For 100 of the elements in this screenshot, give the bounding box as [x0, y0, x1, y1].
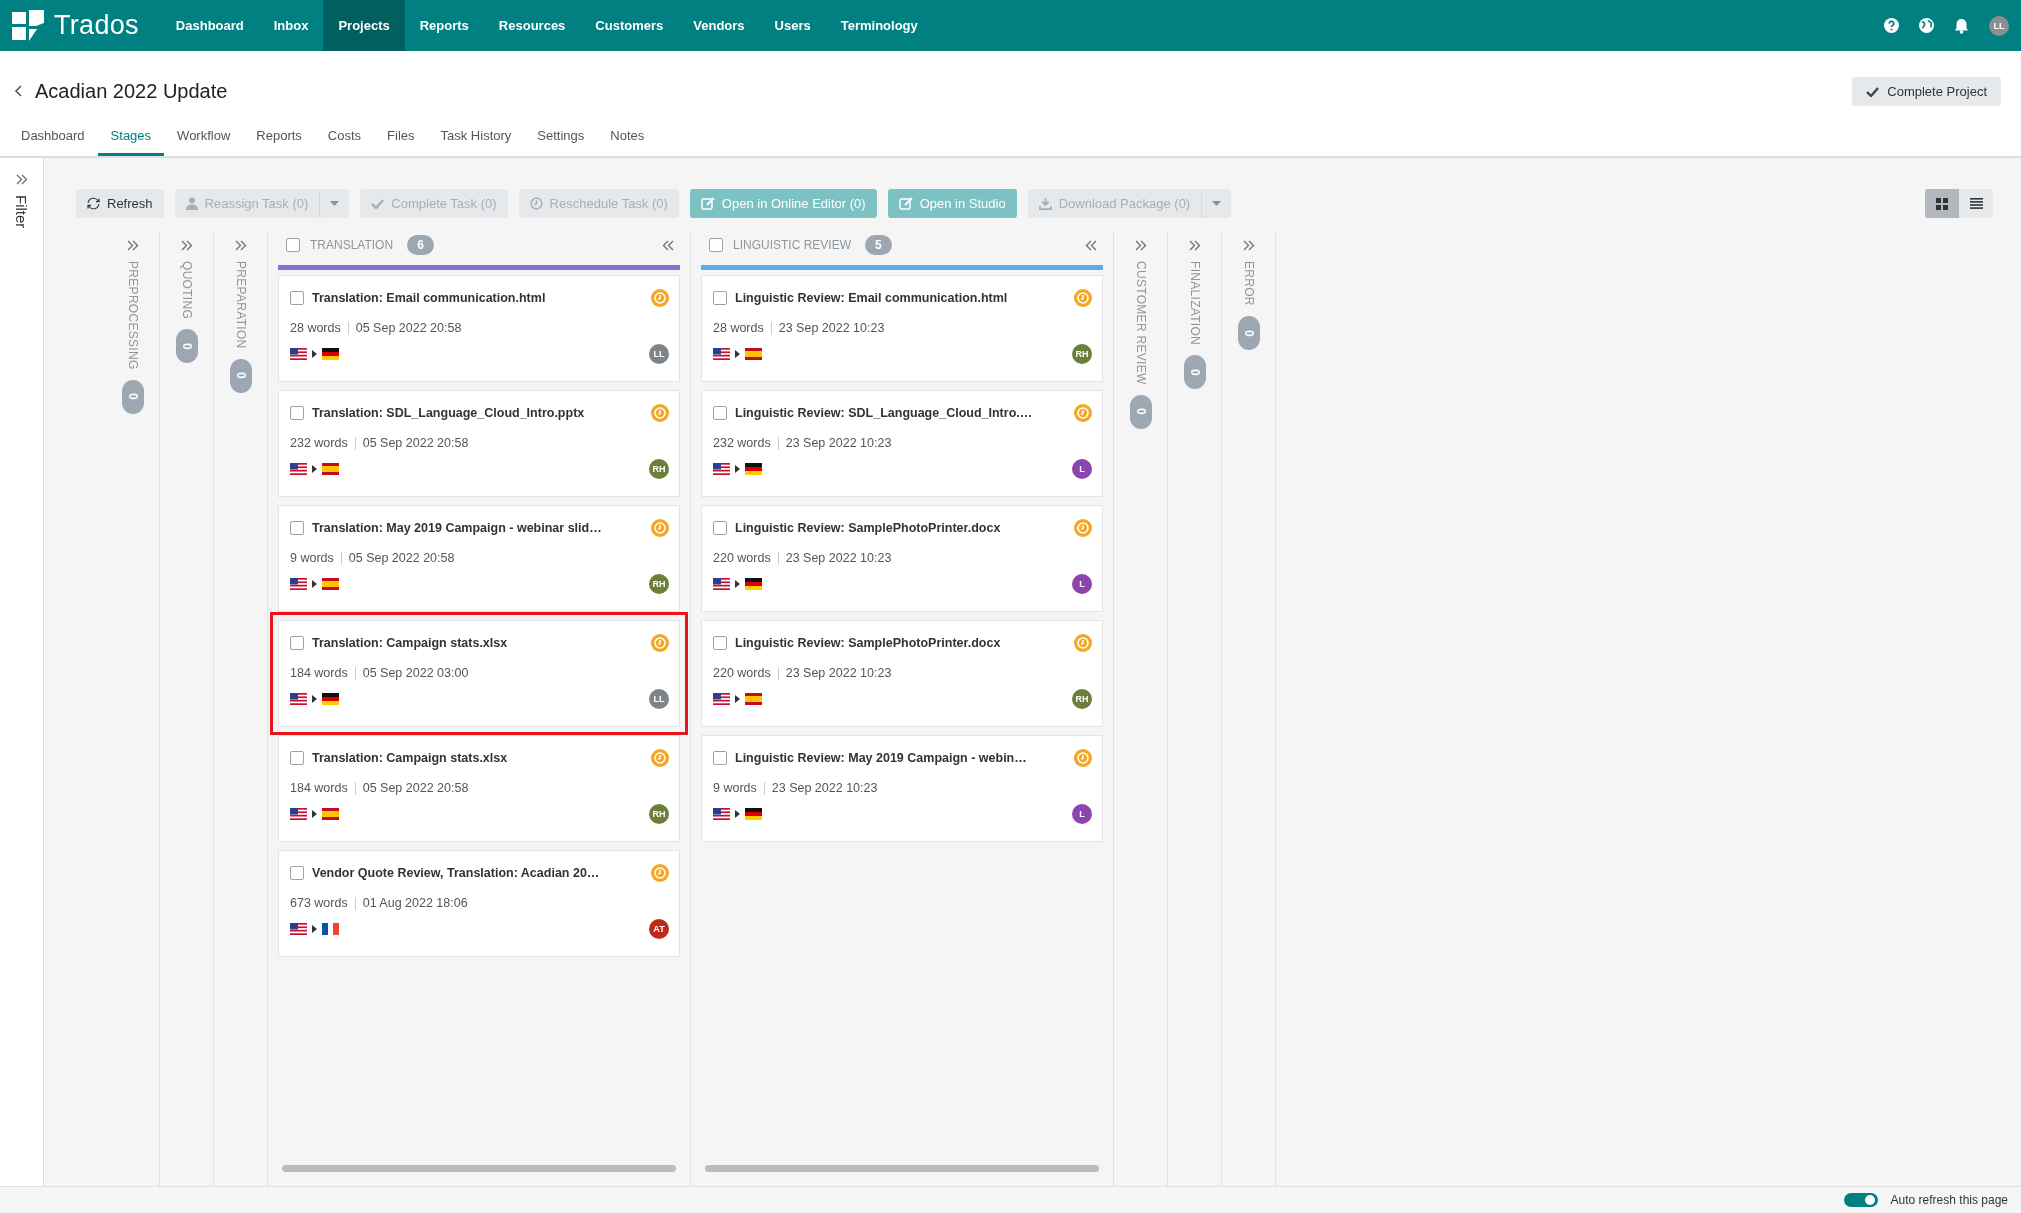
assignee-avatar[interactable]: RH — [1072, 344, 1092, 364]
checkbox[interactable] — [290, 291, 304, 305]
nav-link[interactable]: Inbox — [258, 0, 324, 51]
us-flag-icon — [713, 463, 730, 475]
project-tab[interactable]: Files — [374, 120, 428, 156]
check-icon — [1866, 85, 1880, 97]
project-tab[interactable]: Dashboard — [8, 120, 98, 156]
clock-icon — [1074, 749, 1092, 767]
filter-panel-label[interactable]: Filter — [13, 195, 30, 229]
checkbox[interactable] — [290, 636, 304, 650]
due-date: 05 Sep 2022 20:58 — [348, 551, 455, 565]
word-count: 184 words — [290, 781, 348, 795]
clock-icon — [1074, 634, 1092, 652]
collapse-icon[interactable] — [662, 239, 674, 251]
assignee-avatar[interactable]: L — [1072, 574, 1092, 594]
germany-flag-icon — [322, 693, 339, 705]
germany-flag-icon — [745, 463, 762, 475]
task-title[interactable]: Linguistic Review: Email communication.html — [735, 291, 1066, 305]
edit-icon — [898, 197, 913, 210]
us-flag-icon — [290, 348, 307, 360]
user-avatar[interactable]: LL — [1989, 15, 2009, 36]
nav-link[interactable]: Projects — [323, 0, 405, 51]
task-title[interactable]: Linguistic Review: May 2019 Campaign - webin… — [735, 751, 1066, 765]
project-tab[interactable]: Stages — [97, 120, 165, 156]
arrow-icon — [312, 925, 317, 933]
nav-link[interactable]: Users — [759, 0, 826, 51]
toolbar-button[interactable]: Refresh — [76, 189, 164, 218]
checkbox[interactable] — [713, 291, 727, 305]
clock-icon — [529, 197, 543, 210]
checkbox[interactable] — [286, 238, 300, 252]
checkbox[interactable] — [713, 521, 727, 535]
task-title[interactable]: Translation: Campaign stats.xlsx — [312, 751, 643, 765]
expand-icon[interactable] — [180, 240, 193, 251]
assignee-avatar[interactable]: RH — [649, 804, 669, 824]
expand-icon[interactable] — [126, 240, 139, 251]
checkbox[interactable] — [290, 521, 304, 535]
collapse-icon[interactable] — [1085, 239, 1097, 251]
nav-link[interactable]: Dashboard — [160, 0, 259, 51]
nav-link[interactable]: Vendors — [678, 0, 760, 51]
checkbox[interactable] — [713, 636, 727, 650]
project-tab[interactable]: Workflow — [164, 120, 244, 156]
checkbox[interactable] — [713, 751, 727, 765]
assignee-avatar[interactable]: L — [1072, 459, 1092, 479]
nav-link[interactable]: Resources — [483, 0, 581, 51]
task-title[interactable]: Translation: May 2019 Campaign - webinar slid… — [312, 521, 643, 535]
assignee-avatar[interactable]: RH — [649, 459, 669, 479]
task-title[interactable]: Linguistic Review: SamplePhotoPrinter.docx — [735, 636, 1066, 650]
scrollbar-thumb[interactable] — [282, 1165, 676, 1172]
checkbox[interactable] — [709, 238, 723, 252]
task-title[interactable]: Linguistic Review: SamplePhotoPrinter.docx — [735, 521, 1066, 535]
expand-icon[interactable] — [1134, 240, 1147, 251]
assignee-avatar[interactable]: RH — [649, 574, 669, 594]
clock-icon — [651, 864, 669, 882]
expand-icon[interactable] — [234, 240, 247, 251]
help-icon[interactable] — [1884, 18, 1899, 33]
task-title[interactable]: Translation: Campaign stats.xlsx — [312, 636, 643, 650]
expand-icon[interactable] — [1242, 240, 1255, 251]
clock-icon — [651, 634, 669, 652]
nav-link[interactable]: Reports — [404, 0, 484, 51]
project-tab[interactable]: Reports — [243, 120, 315, 156]
user-icon — [185, 197, 198, 210]
task-title[interactable]: Translation: SDL_Language_Cloud_Intro.pptx — [312, 406, 643, 420]
nav-link[interactable]: Terminology — [825, 0, 933, 51]
bell-icon[interactable] — [1954, 17, 1969, 34]
auto-refresh-label: Auto refresh this page — [1890, 1193, 2008, 1207]
assignee-avatar[interactable]: LL — [649, 344, 669, 364]
expand-icon[interactable] — [15, 174, 28, 185]
checkbox[interactable] — [713, 406, 727, 420]
grid-view-button[interactable] — [1925, 189, 1959, 218]
word-count: 28 words — [290, 321, 341, 335]
us-flag-icon — [713, 693, 730, 705]
assignee-avatar[interactable]: AT — [649, 919, 669, 939]
task-title[interactable]: Linguistic Review: SDL_Language_Cloud_Intro.… — [735, 406, 1066, 420]
arrow-icon — [735, 810, 740, 818]
assignee-avatar[interactable]: L — [1072, 804, 1092, 824]
back-icon[interactable] — [14, 85, 23, 97]
task-title[interactable]: Vendor Quote Review, Translation: Acadian 20… — [312, 866, 643, 880]
checkbox[interactable] — [290, 751, 304, 765]
stage-count: 6 — [407, 235, 434, 255]
assignee-avatar[interactable]: RH — [1072, 689, 1092, 709]
nav-link[interactable]: Customers — [580, 0, 679, 51]
germany-flag-icon — [745, 808, 762, 820]
complete-project-button[interactable]: Complete Project — [1852, 76, 2001, 106]
project-tab[interactable]: Costs — [314, 120, 375, 156]
task-title[interactable]: Translation: Email communication.html — [312, 291, 643, 305]
project-tab[interactable]: Task History — [427, 120, 525, 156]
word-count: 184 words — [290, 666, 348, 680]
checkbox[interactable] — [290, 866, 304, 880]
assignee-avatar[interactable]: LL — [649, 689, 669, 709]
scrollbar-thumb[interactable] — [705, 1165, 1099, 1172]
stage-name: QUOTING — [179, 261, 194, 320]
germany-flag-icon — [745, 578, 762, 590]
stage-count: 0 — [175, 329, 198, 364]
checkbox[interactable] — [290, 406, 304, 420]
globe-icon[interactable] — [1919, 18, 1934, 33]
clock-icon — [651, 404, 669, 422]
toggle-switch[interactable] — [1843, 1193, 1878, 1207]
expand-icon[interactable] — [1188, 240, 1201, 251]
project-tab[interactable]: Settings — [524, 120, 598, 156]
project-tab[interactable]: Notes — [597, 120, 658, 156]
